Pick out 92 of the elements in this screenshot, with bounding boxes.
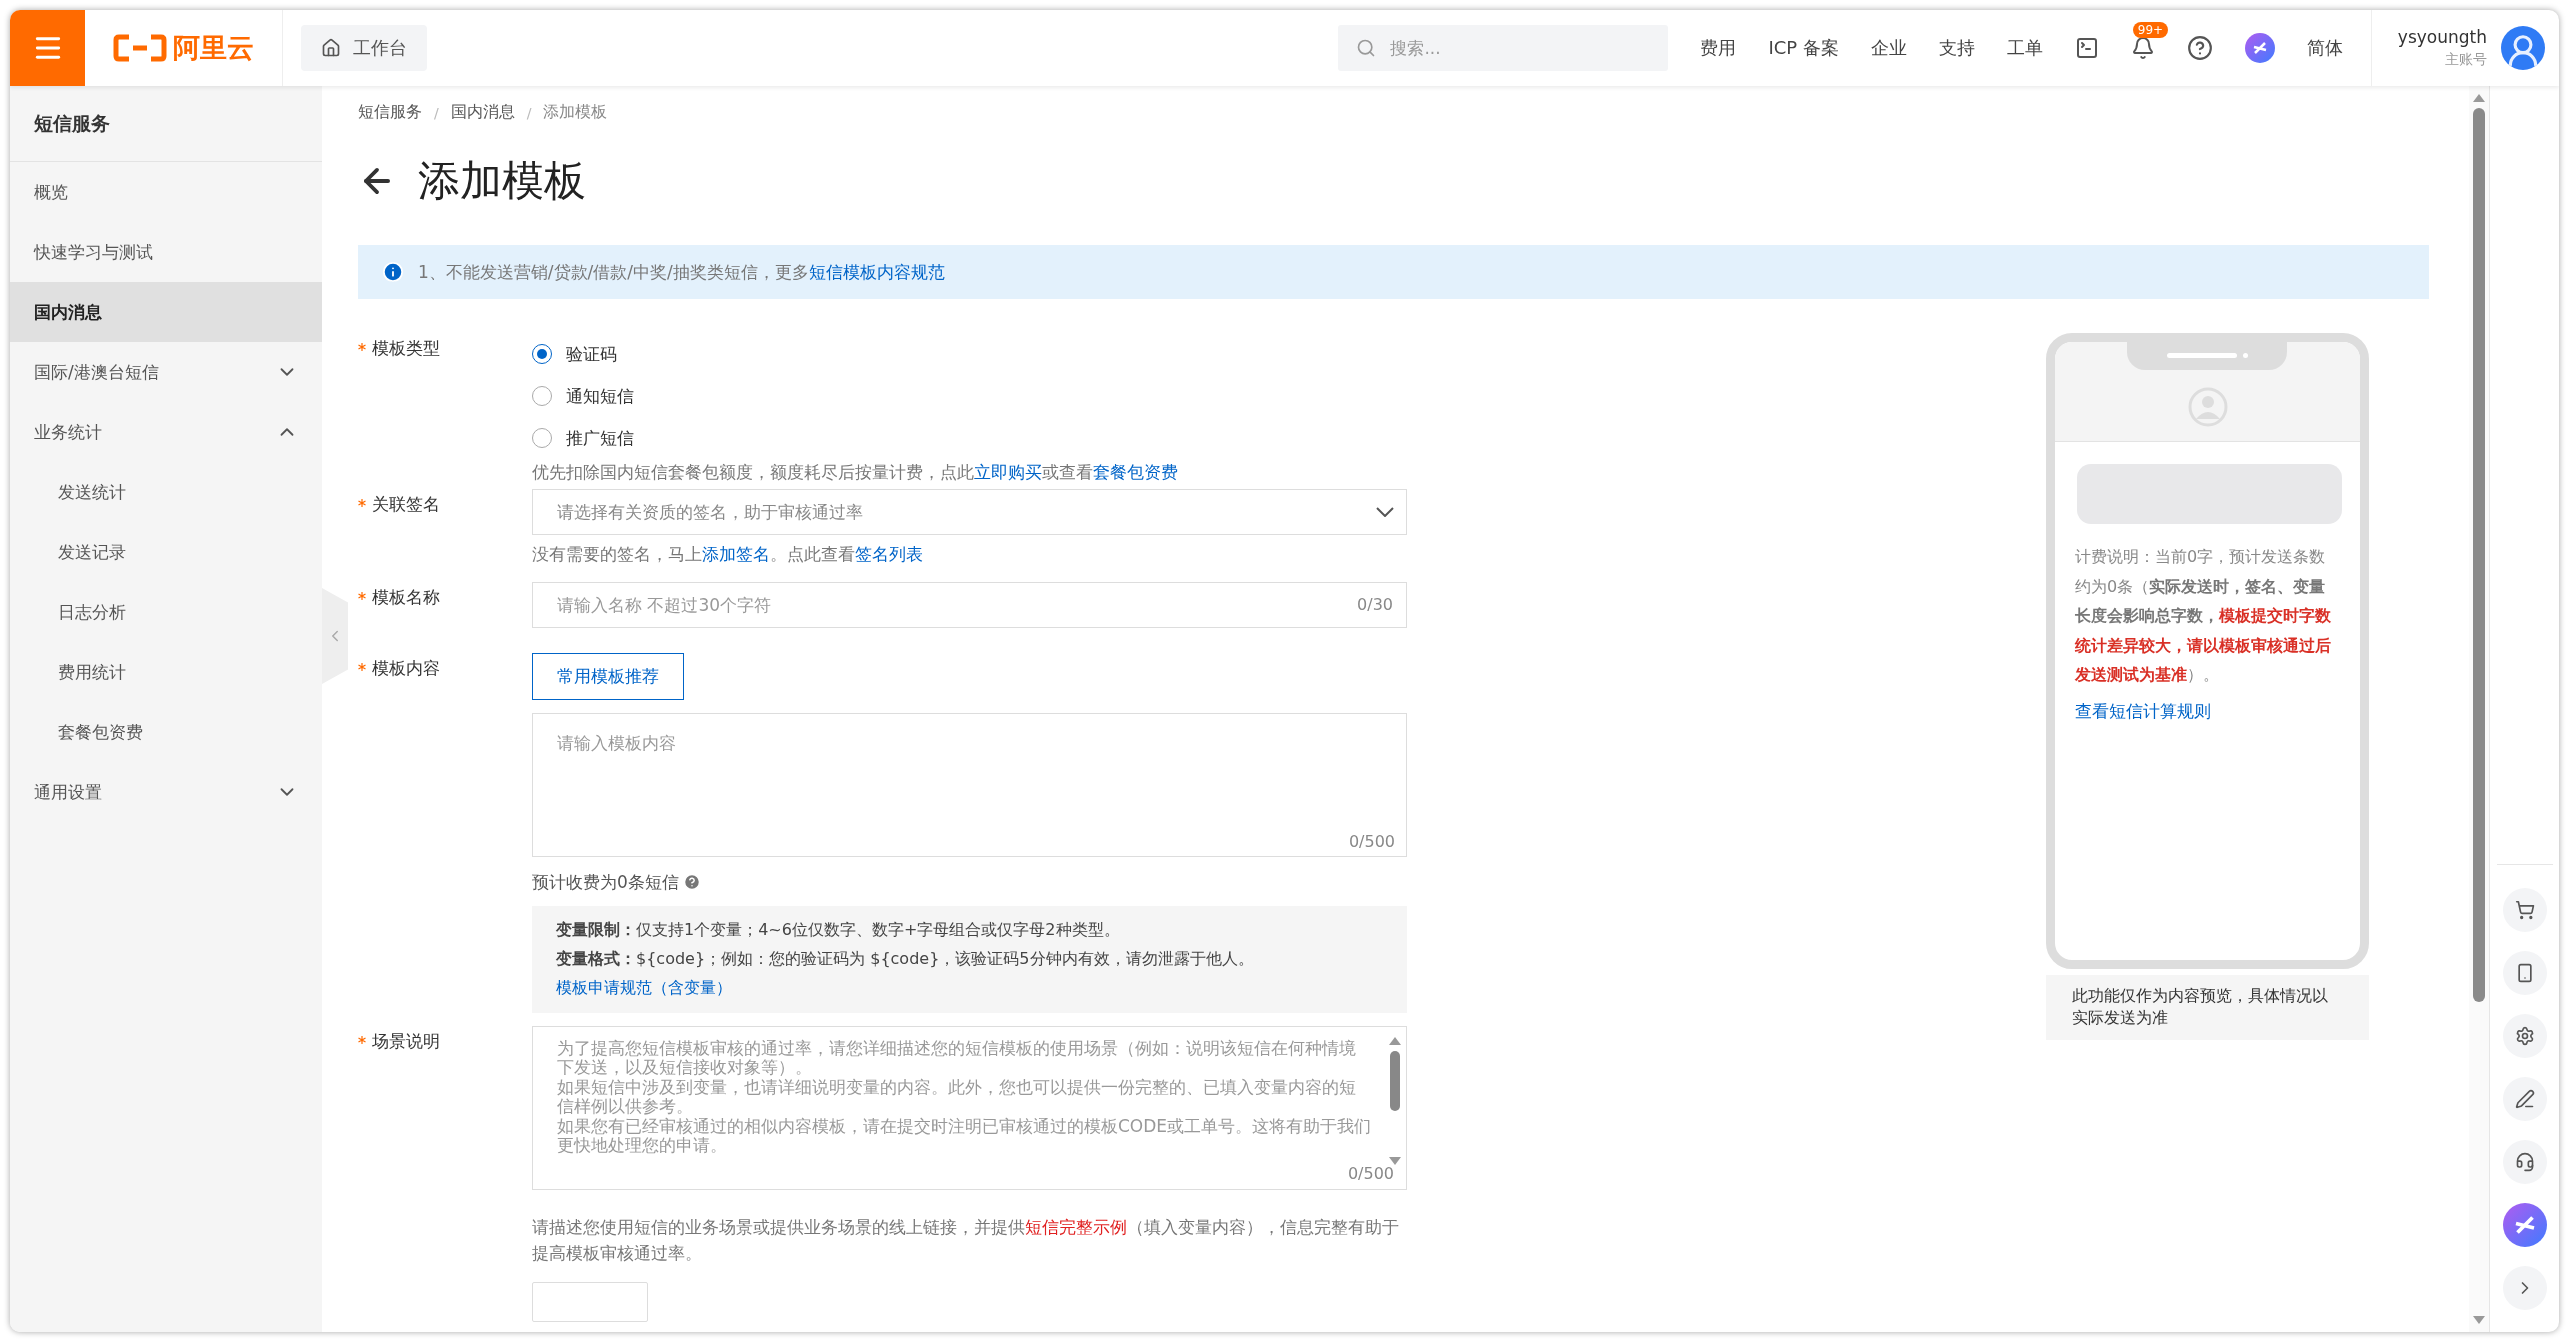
rule-text: 变量格式：${code}；例如：您的验证码为 ${code}，该验证码5分钟内有效，请勿泄露于他人。 bbox=[556, 948, 1255, 970]
radio-option[interactable]: 通知短信 bbox=[532, 375, 1407, 417]
language-button[interactable]: 简体 bbox=[2306, 36, 2343, 60]
breadcrumb-link[interactable]: 国内消息 bbox=[450, 102, 515, 123]
sidebar-group[interactable]: 国际/港澳台短信 bbox=[10, 342, 322, 402]
link[interactable]: 模板申请规范（含变量） bbox=[556, 977, 732, 999]
notification-button[interactable] bbox=[2130, 36, 2155, 60]
bell-icon bbox=[2130, 36, 2155, 60]
terminal-icon bbox=[2074, 36, 2099, 60]
sidebar-item[interactable]: 费用统计 bbox=[10, 642, 322, 702]
info-icon bbox=[382, 261, 404, 283]
link[interactable]: 短信完整示例 bbox=[1025, 1216, 1127, 1237]
help-icon bbox=[2186, 35, 2213, 61]
scrollbar[interactable] bbox=[1388, 1036, 1402, 1165]
logo-mark-icon bbox=[113, 33, 167, 63]
breadcrumb-link[interactable]: 短信服务 bbox=[358, 102, 422, 123]
link[interactable]: 立即购买 bbox=[974, 462, 1042, 482]
sidebar-item[interactable]: 概览 bbox=[10, 162, 322, 222]
estimate-text: 预计收费为0条短信 bbox=[532, 870, 679, 894]
scene-text-area[interactable]: 为了提高您短信模板审核的通过率，请您详细描述您的短信模板的使用场景（例如：说明该短信在何种情境下发送，以及短信接收对象等）。 如果短信中涉及到变量，也请详细说明变量的内容。此外，您也可以提供一份完整的、已填入变量内容的短信样例以供参考。 如果您有已经审核通过的相似内容模板，请在提交时注明已审核通过的模板CODE或工单号。这将有助于我们更快地处理您的申请。 0/500 bbox=[532, 1025, 1407, 1190]
hint-text: 请描述您使用短信的业务场景或提供业务场景的线上链接，并提供短信完整示例（填入变量内容），信息完整有助于提高模板审核通过率。 bbox=[532, 1215, 1400, 1266]
link[interactable]: 短信模板内容规范 bbox=[808, 261, 945, 282]
settings-icon bbox=[2514, 1026, 2535, 1046]
menu-button[interactable] bbox=[10, 10, 85, 86]
link[interactable]: 套餐包资费 bbox=[1093, 462, 1178, 482]
sidebar-item[interactable]: 日志分析 bbox=[10, 582, 322, 642]
sidebar-group[interactable]: 通用设置 bbox=[10, 762, 322, 822]
radio-option[interactable]: 验证码 bbox=[532, 333, 1407, 375]
field-label: 场景说明 bbox=[372, 1029, 440, 1053]
breadcrumb-separator: / bbox=[526, 104, 532, 121]
user-role: 主账号 bbox=[2445, 51, 2487, 69]
edit-button[interactable] bbox=[2502, 1077, 2547, 1121]
placeholder-text: 如果您有已经审核通过的相似内容模板，请在提交时注明已审核通过的模板CODE或工单号。这将有助于我们更快地处理您的申请。 bbox=[557, 1116, 1372, 1156]
logo-text: 阿里云 bbox=[173, 31, 254, 65]
field-label: 模板类型 bbox=[372, 337, 440, 360]
avatar-icon[interactable] bbox=[2501, 26, 2545, 70]
nav-link[interactable]: 企业 bbox=[1870, 36, 1907, 60]
workbench-button[interactable]: 工作台 bbox=[301, 25, 427, 71]
sidebar-item[interactable]: 发送统计 bbox=[10, 462, 322, 522]
hint-text: 优先扣除国内短信套餐包额度，额度耗尽后按量计费，点此立即购买或查看套餐包资费 bbox=[532, 461, 1179, 484]
nav-link[interactable]: 费用 bbox=[1700, 36, 1737, 60]
placeholder-text: 为了提高您短信模板审核的通过率，请您详细描述您的短信模板的使用场景（例如：说明该短信在何种情境下发送，以及短信接收对象等）。 bbox=[557, 1038, 1357, 1078]
headset-icon bbox=[2514, 1152, 2535, 1172]
sidebar-item[interactable]: 发送记录 bbox=[10, 522, 322, 582]
sparkle-logo-icon[interactable] bbox=[2502, 1203, 2547, 1247]
placeholder-text: 如果短信中涉及到变量，也请详细说明变量的内容。此外，您也可以提供一份完整的、已填入变量内容的短信样例以供参考。 bbox=[557, 1077, 1357, 1117]
rule-text: 变量限制：仅支持1个变量；4~6位仅数字、数字+字母组合或仅字母2种类型。 bbox=[556, 919, 1121, 941]
link[interactable]: 查看短信计算规则 bbox=[2075, 699, 2340, 723]
sparkle-logo-icon bbox=[2244, 33, 2275, 63]
help-button[interactable] bbox=[2186, 35, 2213, 61]
breadcrumb-separator: / bbox=[434, 104, 439, 121]
signature-select[interactable]: 请选择有关资质的签名，助于审核通过率 bbox=[532, 489, 1407, 536]
sidebar-item[interactable]: 国内消息 bbox=[10, 282, 322, 342]
notice-text: 1、不能发送营销/贷款/借款/中奖/抽奖类短信，更多短信模板内容规范 bbox=[418, 260, 945, 284]
user-name[interactable]: ysyoungth bbox=[2397, 27, 2487, 47]
scrollbar[interactable] bbox=[2469, 86, 2489, 1332]
cart-icon bbox=[2514, 900, 2535, 920]
chevron-down-icon bbox=[1376, 507, 1394, 518]
settings-button[interactable] bbox=[2502, 1014, 2547, 1058]
search-icon bbox=[1356, 38, 1377, 58]
billing-note: 计费说明：当前0字，预计发送条数约为0条（实际发送时，签名、变量长度会影响总字数，模板提交时字数统计差异较大，请以模板审核通过后发送测试为基准）。 bbox=[2075, 546, 2332, 687]
preview-disclaimer: 此功能仅作为内容预览，具体情况以实际发送为准 bbox=[2046, 975, 2369, 1040]
breadcrumb-link[interactable]: 添加模板 bbox=[543, 102, 608, 123]
field-label: 模板内容 bbox=[372, 656, 440, 680]
home-icon bbox=[321, 38, 341, 58]
character-counter: 0/30 bbox=[1357, 594, 1393, 614]
field-label: 模板名称 bbox=[372, 585, 440, 609]
cart-button[interactable] bbox=[2502, 888, 2547, 932]
sidebar-item[interactable]: 套餐包资费 bbox=[10, 702, 322, 762]
app-button[interactable] bbox=[2502, 951, 2547, 995]
sidebar-title: 短信服务 bbox=[10, 86, 322, 162]
link[interactable]: 签名列表 bbox=[855, 544, 923, 565]
link[interactable]: 添加签名 bbox=[702, 544, 770, 565]
sidebar-group[interactable]: 业务统计 bbox=[10, 402, 322, 462]
sidebar-item[interactable]: 快速学习与测试 bbox=[10, 222, 322, 282]
radio-option[interactable]: 推广短信 bbox=[532, 417, 1407, 459]
nav-link[interactable]: 工单 bbox=[2006, 36, 2043, 60]
help-icon[interactable] bbox=[682, 873, 701, 892]
support-button[interactable] bbox=[2502, 1140, 2547, 1184]
notification-badge: 99+ bbox=[2132, 22, 2169, 38]
field-label: 关联签名 bbox=[372, 493, 440, 517]
character-counter: 0/500 bbox=[1347, 1163, 1394, 1183]
nav-link[interactable]: 支持 bbox=[1938, 36, 1975, 60]
assistant-button[interactable] bbox=[2244, 33, 2275, 63]
nav-link[interactable]: ICP 备案 bbox=[1768, 36, 1839, 60]
search-field[interactable]: 搜索... bbox=[1338, 25, 1669, 71]
page-title: 添加模板 bbox=[418, 155, 586, 207]
pen-icon bbox=[2514, 1089, 2535, 1109]
template-recommend-button[interactable]: 常用模板推荐 bbox=[532, 652, 684, 700]
terminal-button[interactable] bbox=[2074, 36, 2099, 60]
hint-text: 没有需要的签名，马上添加签名。点此查看签名列表 bbox=[532, 543, 924, 567]
character-counter: 0/500 bbox=[1348, 831, 1395, 851]
